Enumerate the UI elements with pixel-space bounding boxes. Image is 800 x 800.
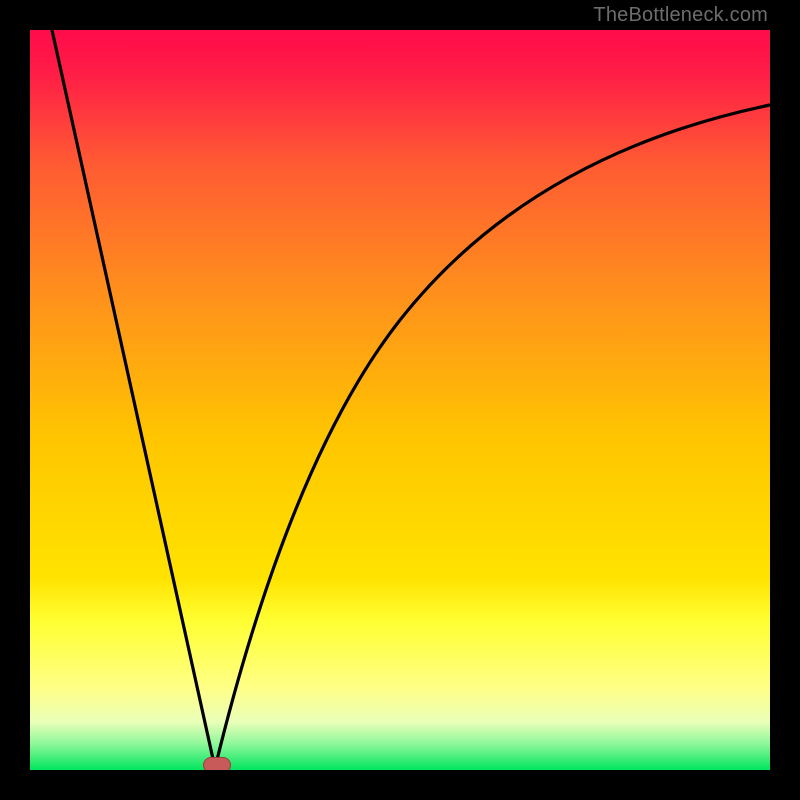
- curve-right-limb: [215, 105, 770, 768]
- bottleneck-curve: [30, 30, 770, 770]
- watermark-text: TheBottleneck.com: [593, 4, 768, 27]
- chart-frame: TheBottleneck.com: [0, 0, 800, 800]
- curve-left-limb: [52, 30, 215, 768]
- minimum-marker: [203, 757, 231, 770]
- plot-area: [30, 30, 770, 770]
